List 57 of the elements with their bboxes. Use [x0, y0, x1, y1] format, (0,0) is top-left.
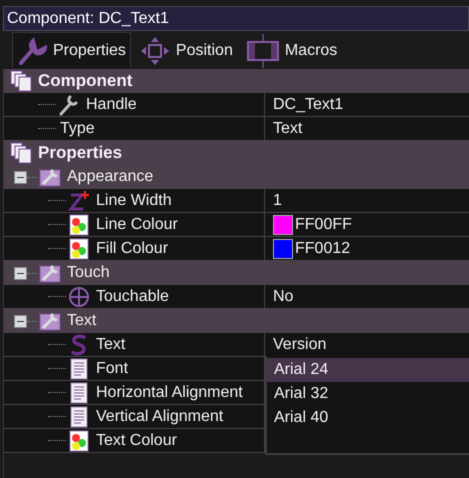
tab[interactable]: Properties — [12, 32, 131, 68]
property-name: Line Width — [96, 192, 172, 210]
dropdown-option[interactable]: Arial 40 — [267, 406, 469, 430]
property-row[interactable]: Handle DC_Text1 — [4, 93, 469, 117]
property-value: DC_Text1 — [273, 96, 344, 114]
folder-wrench-icon — [39, 167, 61, 187]
property-name: Horizontal Alignment — [96, 384, 243, 402]
property-name: Handle — [86, 96, 137, 114]
document-icon — [68, 382, 90, 404]
group-header[interactable]: Text — [4, 309, 469, 333]
crosshair-icon — [68, 286, 90, 308]
collapse-toggle[interactable] — [14, 314, 27, 328]
property-name: Type — [60, 120, 95, 138]
dropdown-option[interactable]: Arial 32 — [267, 382, 469, 406]
z-icon — [68, 190, 90, 212]
property-name: Fill Colour — [96, 240, 168, 258]
property-value: Text — [273, 120, 302, 138]
property-row[interactable]: Fill Colour FF0012 — [4, 237, 469, 261]
property-row[interactable]: Type Text — [4, 117, 469, 141]
property-value: FF0012 — [295, 240, 350, 258]
document-icon — [68, 406, 90, 428]
document-icon — [68, 358, 90, 380]
move-icon — [140, 36, 170, 66]
property-name: Line Colour — [96, 216, 178, 234]
property-row[interactable]: Text Version — [4, 333, 469, 357]
colour-icon — [68, 430, 90, 452]
wrench-icon — [17, 36, 47, 66]
collapse-toggle[interactable] — [14, 170, 27, 184]
property-row[interactable]: Touchable No — [4, 285, 469, 309]
property-value: Version — [273, 336, 326, 354]
collapse-toggle[interactable] — [14, 266, 27, 280]
property-name: Text — [96, 336, 126, 354]
folder-wrench-icon — [39, 263, 61, 283]
tab[interactable]: Macros — [242, 32, 342, 68]
property-row[interactable]: Line Width 1 — [4, 189, 469, 213]
dropdown-option[interactable]: Arial 24 — [267, 358, 469, 382]
property-name: Touchable — [96, 288, 169, 306]
macro-icon — [246, 34, 279, 68]
group-header[interactable]: Appearance — [4, 165, 469, 189]
folder-wrench-icon — [39, 311, 61, 331]
property-name: Text Colour — [96, 432, 177, 450]
property-value: No — [273, 288, 294, 306]
property-row[interactable]: Line Colour FF00FF — [4, 213, 469, 237]
colour-icon — [68, 214, 90, 236]
property-name: Vertical Alignment — [96, 408, 224, 426]
wrench-icon — [58, 94, 80, 116]
pages-icon — [10, 142, 32, 164]
pages-icon — [10, 70, 32, 92]
tab[interactable]: Position — [134, 32, 238, 68]
colour-icon — [68, 238, 90, 260]
group-header[interactable]: Touch — [4, 261, 469, 285]
property-name: Font — [96, 360, 128, 378]
window-title: Component: DC_Text1 — [3, 6, 469, 31]
property-value: FF00FF — [295, 216, 352, 234]
section-header[interactable]: Component — [4, 69, 469, 93]
section-header[interactable]: Properties — [4, 141, 469, 165]
property-value: 1 — [273, 192, 282, 210]
